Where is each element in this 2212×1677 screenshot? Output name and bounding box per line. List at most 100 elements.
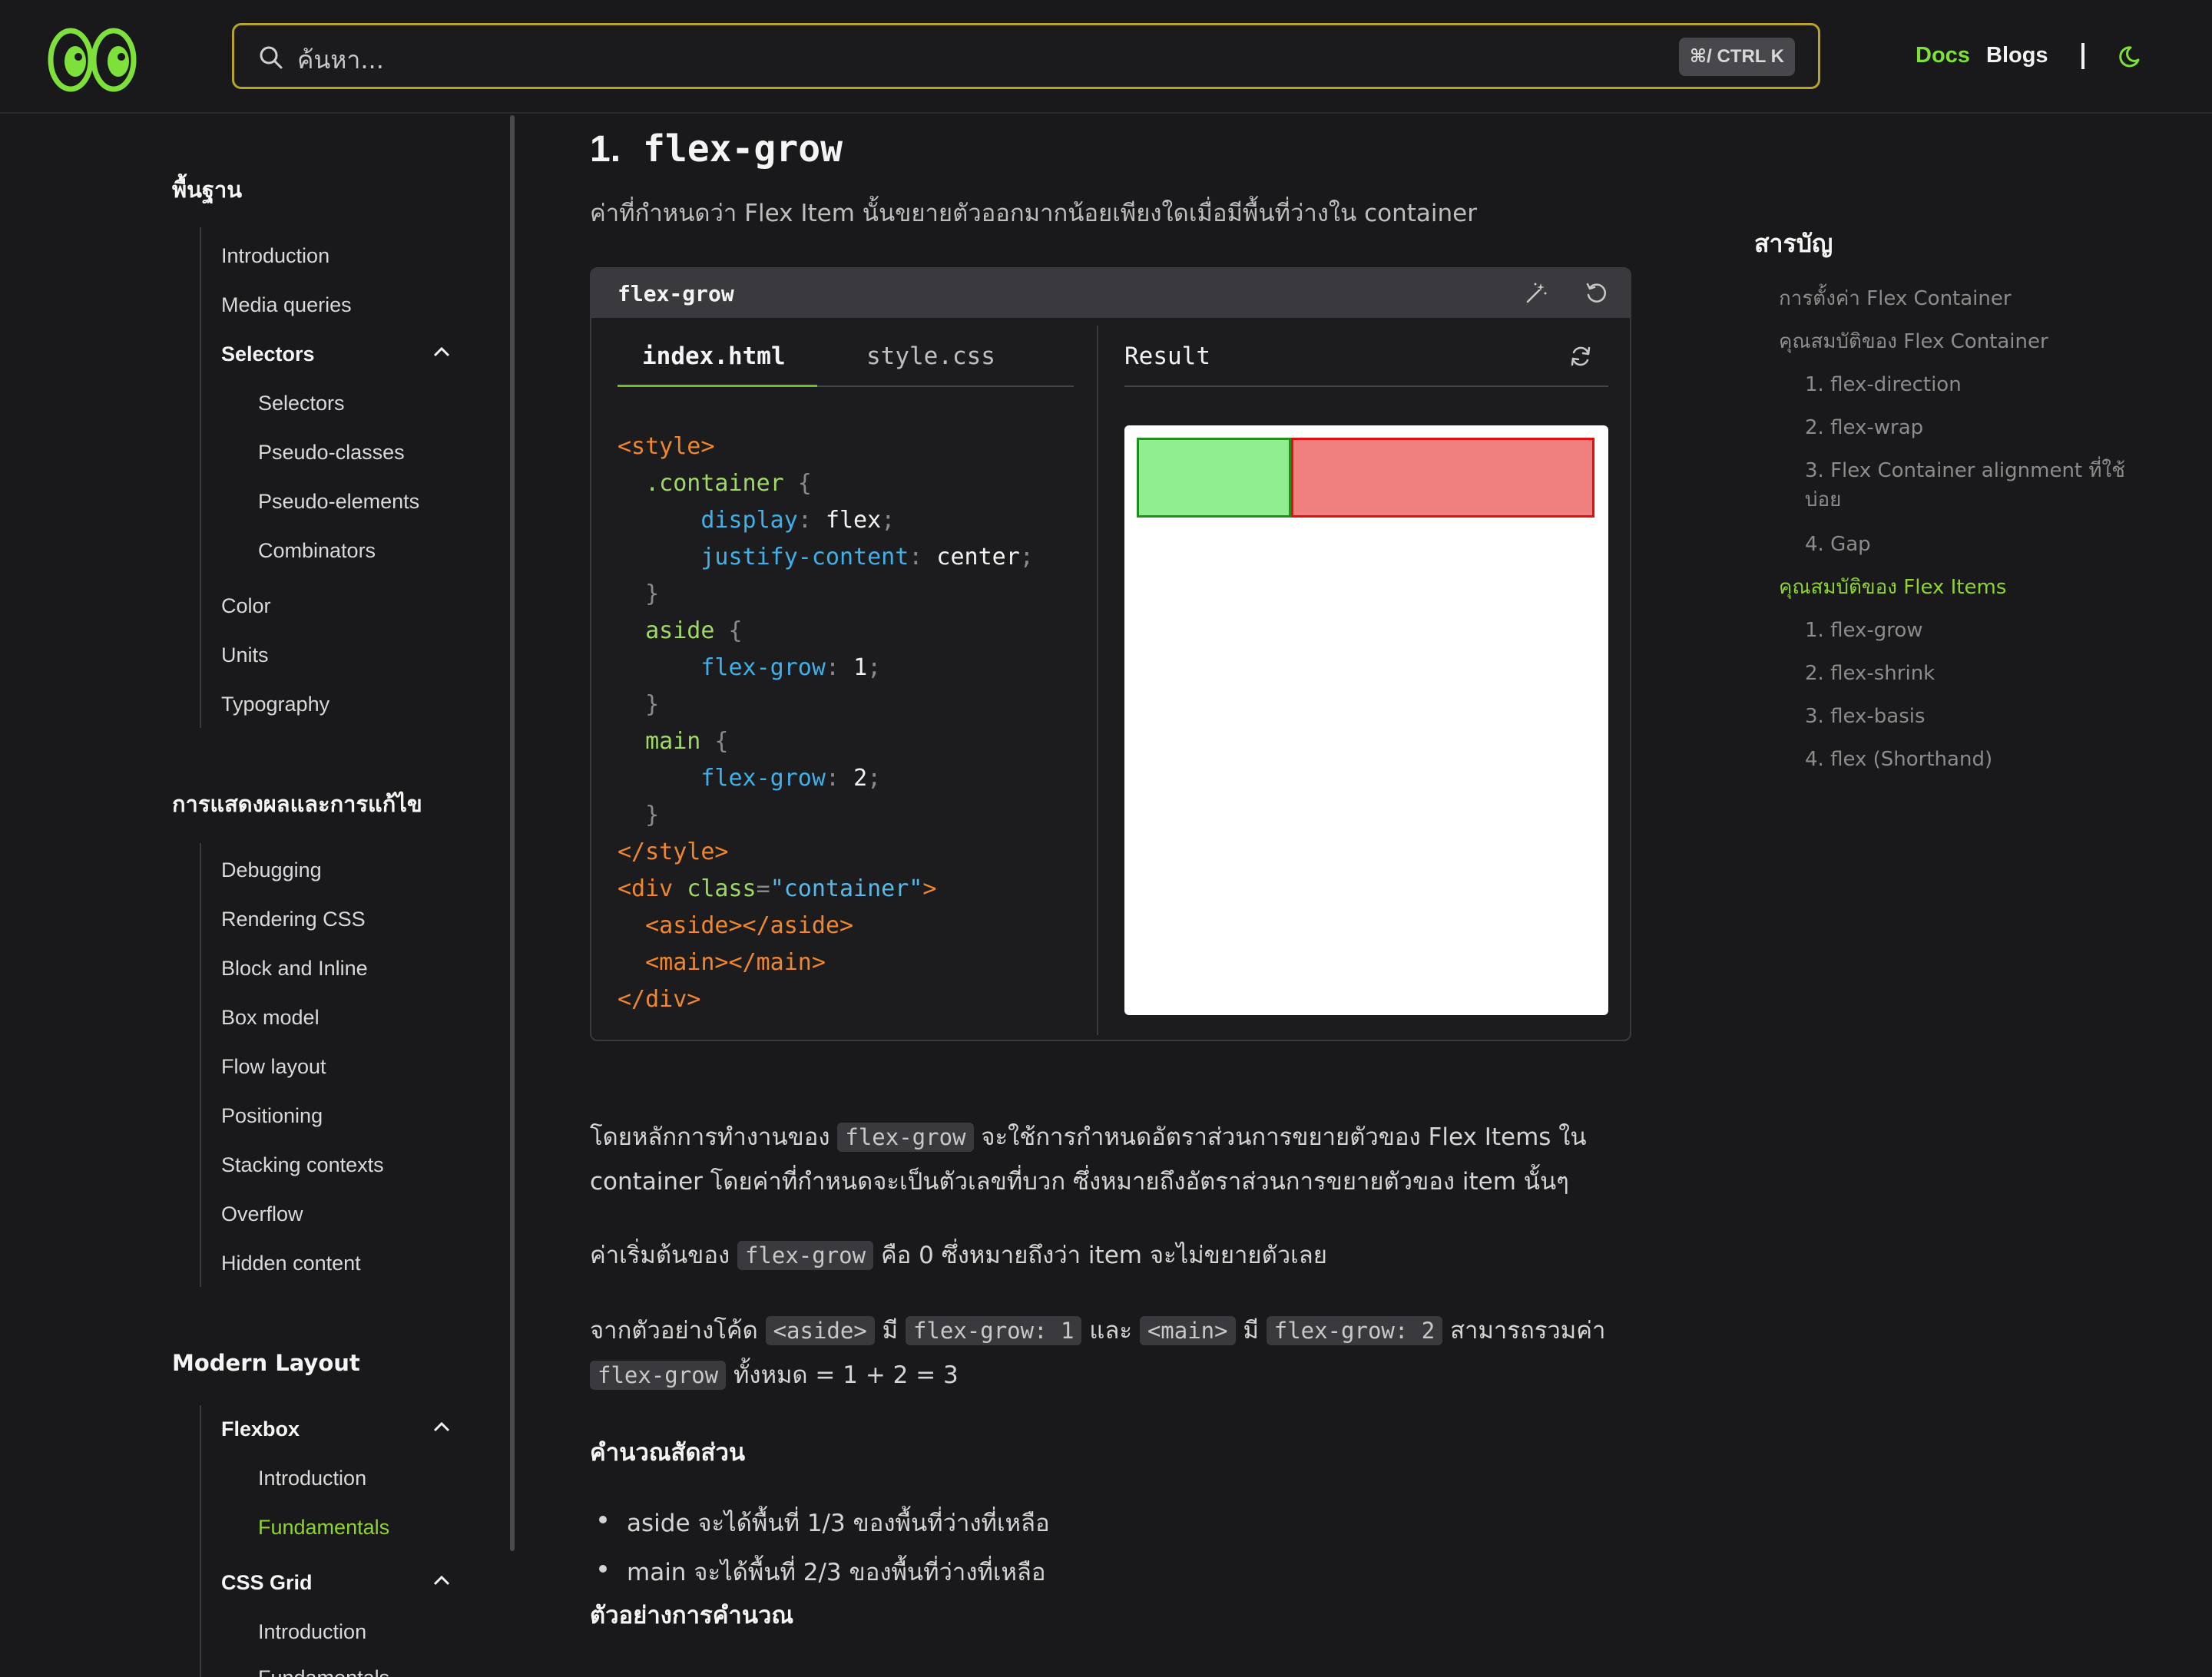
code-token: flex-grow bbox=[618, 654, 826, 681]
sidebar-item-selectors-group[interactable]: Selectors bbox=[221, 342, 315, 366]
reset-icon[interactable] bbox=[1584, 281, 1608, 306]
search-bar[interactable]: ค้นหา... ⌘/ CTRL K bbox=[232, 23, 1820, 89]
toc-item[interactable]: 3. flex-basis bbox=[1805, 702, 2128, 731]
toc-item[interactable]: 1. flex-grow bbox=[1805, 616, 2128, 645]
list-item-text: main จะได้พื้นที่ 2/3 ของพื้นที่ว่างที่เ… bbox=[627, 1559, 1046, 1586]
tab-index-html[interactable]: index.html bbox=[642, 342, 786, 370]
code-token: flex-grow bbox=[618, 765, 826, 792]
text: คือ 0 ซึ่งหมายถึงว่า item จะไม่ขยายตัวเล… bbox=[873, 1242, 1327, 1269]
sidebar-item-rendering-css[interactable]: Rendering CSS bbox=[221, 908, 366, 931]
sidebar-item-debugging[interactable]: Debugging bbox=[221, 858, 322, 882]
toc-item[interactable]: 3. Flex Container alignment ที่ใช้บ่อย bbox=[1805, 456, 2128, 514]
inline-code: flex-grow: 1 bbox=[905, 1316, 1082, 1345]
toc-item[interactable]: 2. flex-shrink bbox=[1805, 659, 2128, 688]
sidebar-item-block-inline[interactable]: Block and Inline bbox=[221, 957, 368, 981]
sidebar-item-stacking-contexts[interactable]: Stacking contexts bbox=[221, 1153, 384, 1177]
code-token: justify-content bbox=[618, 544, 909, 571]
sidebar-item-positioning[interactable]: Positioning bbox=[221, 1104, 323, 1128]
sidebar-item-selectors[interactable]: Selectors bbox=[258, 392, 345, 415]
code-line: </style> bbox=[618, 834, 1034, 871]
demo-flex-container bbox=[1137, 438, 1594, 518]
heading-ratio: คำนวณสัดส่วน bbox=[590, 1439, 746, 1467]
code-token: main bbox=[618, 728, 701, 755]
code-line: aside { bbox=[618, 613, 1034, 650]
heading-example: ตัวอย่างการคำนวณ bbox=[590, 1602, 794, 1629]
code-token: </div> bbox=[618, 986, 701, 1013]
code-token: "container" bbox=[770, 875, 923, 902]
toc-item[interactable]: คุณสมบัติของ Flex Container bbox=[1779, 327, 2048, 356]
section-heading-code: flex-grow bbox=[642, 127, 843, 170]
code-token: : bbox=[909, 544, 937, 571]
sidebar-item-units[interactable]: Units bbox=[221, 643, 269, 667]
code-line: </div> bbox=[618, 981, 1034, 1018]
code-line: <div class="container"> bbox=[618, 871, 1034, 908]
sidebar-item-introduction[interactable]: Introduction bbox=[221, 244, 329, 268]
text: มี bbox=[874, 1317, 906, 1345]
chevron-up-icon[interactable] bbox=[432, 346, 452, 358]
paragraph-flex-grow-principle: โดยหลักการทำงานของ flex-grow จะใช้การกำห… bbox=[590, 1115, 1665, 1204]
text: โดยหลักการทำงานของ bbox=[590, 1123, 838, 1151]
sidebar-item-pseudo-elements[interactable]: Pseudo-elements bbox=[258, 490, 419, 514]
result-divider bbox=[1124, 385, 1608, 387]
toc-item[interactable]: 4. flex (Shorthand) bbox=[1805, 745, 2128, 774]
text: และ bbox=[1081, 1317, 1140, 1345]
code-token: : bbox=[825, 654, 854, 681]
code-token: } bbox=[618, 580, 660, 607]
text: จากตัวอย่างโค้ด bbox=[590, 1317, 766, 1345]
playground-header: flex-grow bbox=[591, 269, 1630, 318]
code-line: } bbox=[618, 797, 1034, 834]
result-preview bbox=[1124, 425, 1608, 1015]
search-icon bbox=[260, 46, 283, 69]
inline-code: flex-grow: 2 bbox=[1266, 1316, 1443, 1345]
panel-divider[interactable] bbox=[1097, 326, 1098, 1035]
code-token: { bbox=[700, 728, 729, 755]
tab-style-css[interactable]: style.css bbox=[866, 342, 995, 370]
text: ค่าเริ่มต้นของ bbox=[590, 1242, 737, 1269]
sidebar-item-box-model[interactable]: Box model bbox=[221, 1006, 320, 1030]
nav-docs-link[interactable]: Docs bbox=[1916, 43, 1970, 68]
sidebar-item-hidden-content[interactable]: Hidden content bbox=[221, 1252, 361, 1275]
logo-eyes-icon[interactable] bbox=[48, 28, 137, 92]
code-token: } bbox=[618, 691, 660, 718]
code-token: <div bbox=[618, 875, 687, 902]
sidebar-item-grid-fundamentals[interactable]: Fundamentals bbox=[258, 1666, 389, 1677]
moon-icon[interactable] bbox=[2118, 43, 2146, 71]
sidebar-item-media-queries[interactable]: Media queries bbox=[221, 293, 352, 317]
code-token: { bbox=[783, 470, 812, 497]
sidebar-item-flexbox-fundamentals[interactable]: Fundamentals bbox=[258, 1516, 389, 1540]
section-heading-number: 1. bbox=[590, 129, 621, 170]
chevron-up-icon[interactable] bbox=[432, 1574, 452, 1586]
magic-wand-icon[interactable] bbox=[1524, 281, 1548, 306]
code-token: <aside></aside> bbox=[618, 912, 854, 939]
code-token: </style> bbox=[618, 838, 729, 865]
sidebar-item-combinators[interactable]: Combinators bbox=[258, 539, 376, 563]
sidebar-item-pseudo-classes[interactable]: Pseudo-classes bbox=[258, 441, 405, 465]
text: สามารถรวมค่า bbox=[1442, 1317, 1606, 1345]
sidebar-scrollbar[interactable] bbox=[510, 115, 515, 1551]
nav-blogs-link[interactable]: Blogs bbox=[1986, 43, 2048, 68]
sidebar-item-typography[interactable]: Typography bbox=[221, 693, 329, 716]
code-editor[interactable]: <style> .container { display: flex; just… bbox=[618, 428, 1034, 1018]
sidebar-item-flexbox-group[interactable]: Flexbox bbox=[221, 1417, 300, 1441]
sidebar-item-color[interactable]: Color bbox=[221, 594, 271, 618]
code-line: <style> bbox=[618, 428, 1034, 465]
refresh-icon[interactable] bbox=[1568, 344, 1593, 369]
toc-item[interactable]: 4. Gap bbox=[1805, 530, 2128, 559]
toc-item[interactable]: 2. flex-wrap bbox=[1805, 413, 2128, 442]
toc-item[interactable]: การตั้งค่า Flex Container bbox=[1779, 284, 2012, 313]
sidebar-item-css-grid-group[interactable]: CSS Grid bbox=[221, 1571, 313, 1595]
code-line: main { bbox=[618, 723, 1034, 760]
sidebar-item-overflow[interactable]: Overflow bbox=[221, 1202, 303, 1226]
text: จะใช้การกำหนดอัตราส่วนการขยายตัวของ Flex… bbox=[973, 1123, 1587, 1151]
sidebar-item-grid-introduction[interactable]: Introduction bbox=[258, 1620, 366, 1644]
sidebar-item-flow-layout[interactable]: Flow layout bbox=[221, 1055, 326, 1079]
sidebar-item-flexbox-introduction[interactable]: Introduction bbox=[258, 1467, 366, 1490]
active-tab-indicator bbox=[618, 385, 817, 387]
chevron-up-icon[interactable] bbox=[432, 1421, 452, 1433]
code-token: } bbox=[618, 802, 660, 829]
code-line: <aside></aside> bbox=[618, 908, 1034, 944]
code-line: <main></main> bbox=[618, 944, 1034, 981]
toc-item-active[interactable]: คุณสมบัติของ Flex Items bbox=[1779, 573, 2006, 602]
toc-item[interactable]: 1. flex-direction bbox=[1805, 370, 2128, 399]
demo-aside-box bbox=[1137, 438, 1291, 518]
